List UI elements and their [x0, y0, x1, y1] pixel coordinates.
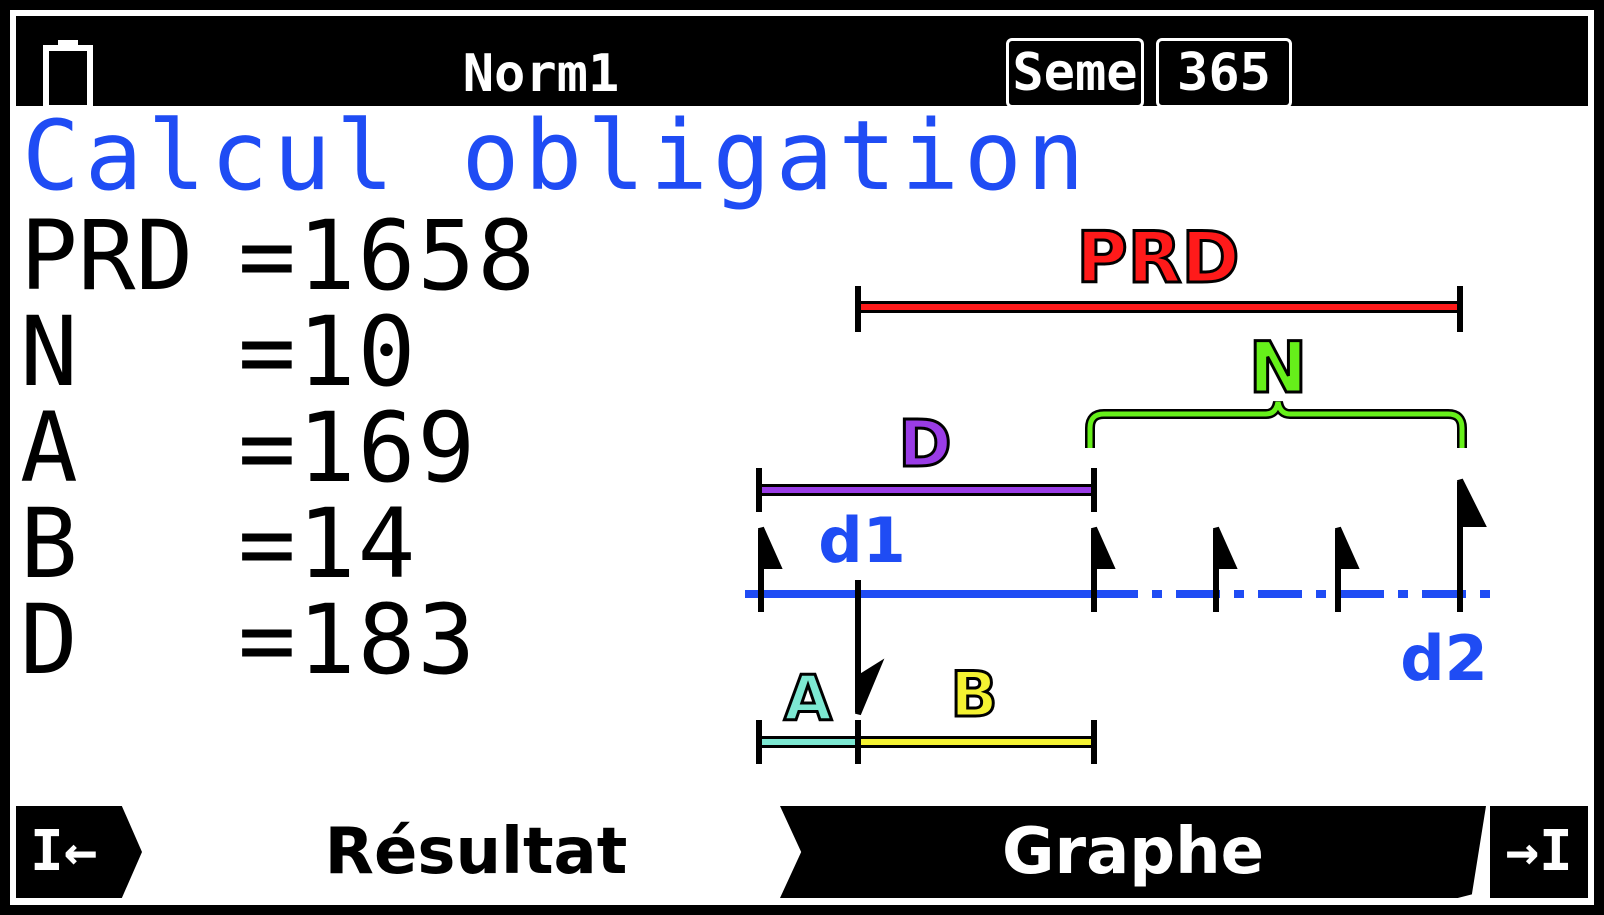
softkey-bar: I← Résultat Graphe →I [16, 806, 1588, 898]
result-row-a: A =169 [20, 392, 475, 504]
result-value: =10 [238, 296, 418, 408]
softkey-result[interactable]: Résultat [166, 806, 786, 898]
result-label: PRD [20, 200, 194, 312]
day-basis-indicator: Seme [1006, 38, 1144, 108]
result-label: D [20, 584, 78, 696]
result-value: =1658 [238, 200, 537, 312]
page-title: Calcul obligation [22, 100, 1090, 212]
result-value: =14 [238, 488, 418, 600]
softkey-graph[interactable]: Graphe [780, 806, 1486, 898]
last-page-icon: →I [1505, 819, 1573, 884]
result-row-n: N =10 [20, 296, 415, 408]
last-page-button[interactable]: →I [1490, 806, 1588, 898]
result-label: B [20, 488, 78, 600]
result-row-b: B =14 [20, 488, 415, 600]
result-value: =169 [238, 392, 478, 504]
status-bar: Norm1 Seme 365 [16, 16, 1588, 111]
first-page-icon: I← [30, 819, 98, 884]
days-per-year-indicator: 365 [1156, 38, 1292, 108]
result-row-prd: PRD =1658 [20, 208, 535, 304]
result-label: N [20, 296, 78, 408]
first-page-button[interactable]: I← [16, 806, 142, 898]
result-label: A [20, 392, 78, 504]
result-row-d: D =183 [20, 584, 475, 696]
result-value: =183 [238, 584, 478, 696]
